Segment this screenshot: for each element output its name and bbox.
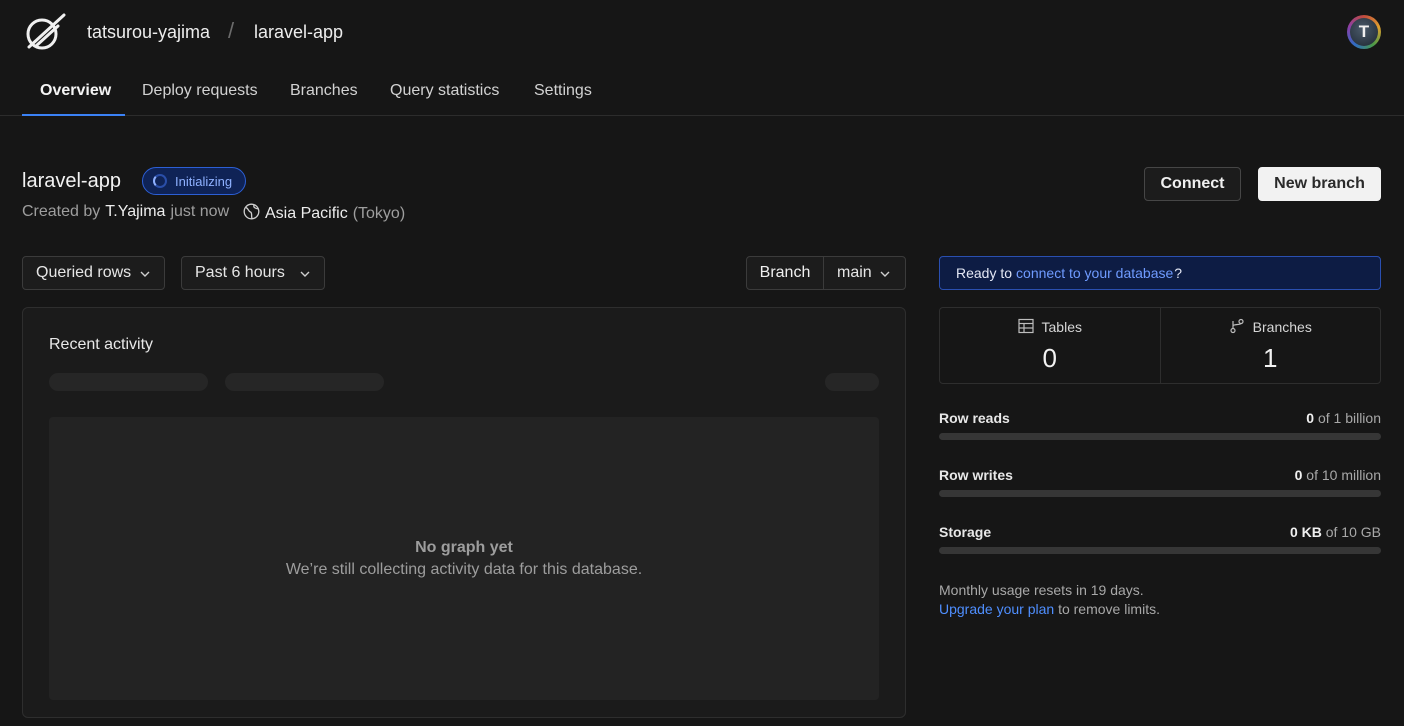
status-label: Initializing — [175, 173, 233, 189]
tables-count: 0 — [1042, 342, 1057, 373]
table-icon — [1017, 318, 1034, 337]
avatar[interactable]: T — [1347, 15, 1381, 49]
connect-banner: Ready to connect to your database ? — [939, 256, 1381, 290]
row-reads-used: 0 — [1306, 410, 1315, 426]
planetscale-logo-icon[interactable] — [22, 13, 66, 51]
row-reads-limit: of 1 billion — [1317, 410, 1381, 426]
new-branch-button[interactable]: New branch — [1258, 167, 1381, 201]
tables-stat[interactable]: Tables 0 — [940, 308, 1160, 383]
time-range-select[interactable]: Past 6 hours — [181, 256, 325, 290]
breadcrumb-org[interactable]: tatsurou-yajima — [87, 22, 210, 43]
tab-query-statistics[interactable]: Query statistics — [390, 82, 499, 100]
chevron-down-icon — [299, 267, 311, 279]
storage-bar — [939, 547, 1381, 554]
row-writes-limit: of 10 million — [1306, 467, 1381, 483]
storage-value: 0 KB of 10 GB — [1290, 524, 1381, 540]
stats-card: Tables 0 Branches 1 — [939, 307, 1381, 384]
row-reads-bar — [939, 433, 1381, 440]
connect-button[interactable]: Connect — [1144, 167, 1241, 201]
globe-icon — [243, 203, 260, 225]
branch-select[interactable]: main — [824, 257, 905, 289]
graph-placeholder — [49, 417, 879, 700]
region-city: (Tokyo) — [352, 205, 406, 222]
tab-settings[interactable]: Settings — [534, 82, 592, 100]
upgrade-note-suffix: to remove limits. — [1058, 601, 1160, 617]
storage-label: Storage — [939, 524, 992, 540]
branch-picker-label: Branch — [747, 257, 824, 289]
row-writes-used: 0 — [1294, 467, 1303, 483]
metric-select[interactable]: Queried rows — [22, 256, 165, 290]
loading-placeholder — [225, 373, 384, 391]
created-by: T.Yajima — [105, 203, 166, 220]
connect-banner-suffix: ? — [1174, 265, 1183, 281]
row-reads-value: 0 of 1 billion — [1306, 410, 1381, 426]
row-writes-value: 0 of 10 million — [1295, 467, 1381, 483]
created-when: just now — [170, 203, 230, 220]
time-range-value: Past 6 hours — [195, 264, 285, 281]
connect-database-link[interactable]: connect to your database — [1016, 265, 1173, 281]
upgrade-plan-link[interactable]: Upgrade your plan — [939, 601, 1054, 617]
breadcrumb-separator: / — [228, 18, 235, 43]
usage-reset-note: Monthly usage resets in 19 days. — [939, 582, 1144, 598]
active-tab-indicator — [22, 114, 125, 116]
row-writes-bar — [939, 490, 1381, 497]
empty-graph-subtitle: We’re still collecting activity data for… — [285, 561, 643, 578]
branches-count: 1 — [1263, 342, 1278, 373]
loading-placeholder — [49, 373, 208, 391]
branches-stat[interactable]: Branches 1 — [1159, 308, 1381, 383]
tables-label: Tables — [1041, 319, 1082, 335]
branch-icon — [1229, 318, 1245, 337]
chevron-down-icon — [139, 267, 151, 279]
loading-placeholder — [825, 373, 879, 391]
region-info: Asia Pacific (Tokyo) — [243, 203, 405, 225]
status-badge: Initializing — [142, 167, 247, 195]
branch-picker: Branch main — [746, 256, 906, 290]
storage-limit: of 10 GB — [1325, 524, 1381, 540]
chevron-down-icon — [879, 267, 891, 279]
branch-select-value: main — [837, 264, 872, 281]
tab-deploy-requests[interactable]: Deploy requests — [142, 82, 258, 100]
breadcrumb-database[interactable]: laravel-app — [254, 22, 343, 43]
tab-overview[interactable]: Overview — [40, 82, 111, 100]
connect-banner-prefix: Ready to — [956, 265, 1013, 281]
empty-graph-title: No graph yet — [415, 539, 513, 556]
row-reads-label: Row reads — [939, 410, 1010, 426]
page-title: laravel-app — [22, 170, 121, 192]
storage-used: 0 KB — [1289, 524, 1322, 540]
metric-select-value: Queried rows — [36, 264, 132, 281]
upgrade-note: Upgrade your plan to remove limits. — [939, 601, 1160, 617]
created-meta: Created by T.Yajima just now — [22, 203, 229, 221]
created-prefix: Created by — [22, 203, 101, 220]
row-writes-label: Row writes — [939, 467, 1013, 483]
tab-branches[interactable]: Branches — [290, 82, 358, 100]
activity-title: Recent activity — [49, 336, 154, 353]
region-name: Asia Pacific — [265, 205, 348, 222]
branches-label: Branches — [1252, 319, 1312, 335]
spinner-icon — [153, 174, 167, 188]
avatar-letter: T — [1350, 18, 1378, 46]
